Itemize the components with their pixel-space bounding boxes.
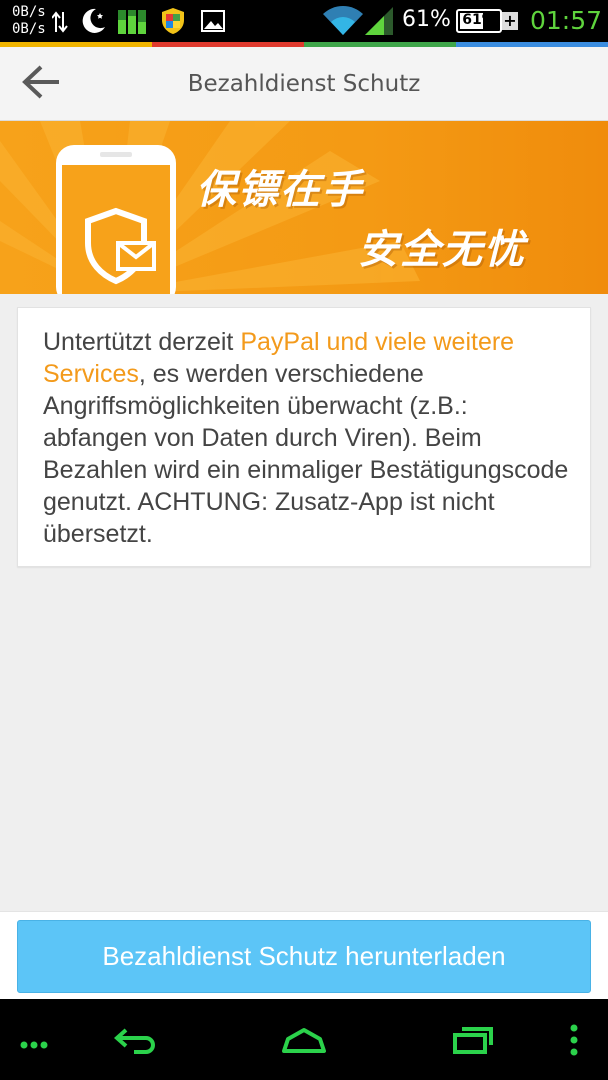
banner-headline-2: 安全无忧: [358, 227, 526, 273]
home-icon[interactable]: [282, 1027, 326, 1057]
moon-icon: [78, 6, 108, 40]
description-intro: Untertützt derzeit: [43, 328, 241, 356]
data-transfer-icon: [51, 10, 68, 38]
overflow-menu-icon[interactable]: [569, 1023, 579, 1061]
battery-icon: 61%: [456, 9, 502, 33]
promo-banner: 保镖在手 安全无忧: [0, 121, 608, 294]
app-header: Bezahldienst Schutz: [0, 47, 608, 121]
clock: 01:57: [530, 6, 603, 35]
net-speed-up: 0B/s: [12, 4, 46, 20]
shield-app-icon: [160, 7, 186, 39]
description-card: Untertützt derzeit PayPal und viele weit…: [17, 307, 591, 567]
description-body: , es werden verschiedene Angriffsmöglich…: [43, 360, 569, 548]
network-speed: 0B/s 0B/s: [12, 4, 46, 38]
system-nav-bar: [0, 999, 608, 1080]
banner-headline-1: 保镖在手: [196, 167, 364, 213]
battery-icon-label: 61%: [462, 12, 496, 28]
status-bar: 0B/s 0B/s 61% 61% + 01:57: [0, 0, 608, 42]
net-speed-down: 0B/s: [12, 21, 46, 37]
charging-plus-icon: +: [502, 11, 518, 30]
phone-shield-mail-icon: [54, 143, 178, 294]
description-text: Untertützt derzeit PayPal und viele weit…: [43, 326, 573, 550]
signal-bars-icon: [118, 8, 146, 38]
battery-percent: 61%: [402, 7, 451, 32]
image-icon: [200, 9, 226, 37]
wifi-icon: [322, 6, 364, 40]
download-button[interactable]: Bezahldienst Schutz herunterladen: [17, 920, 591, 993]
cell-signal-icon: [364, 6, 394, 40]
recent-apps-icon[interactable]: [452, 1025, 494, 1059]
menu-dots-icon[interactable]: [20, 1035, 48, 1054]
back-icon[interactable]: [113, 1027, 156, 1059]
page-title: Bezahldienst Schutz: [187, 71, 421, 97]
bottom-action-bar: Bezahldienst Schutz herunterladen: [0, 911, 608, 999]
